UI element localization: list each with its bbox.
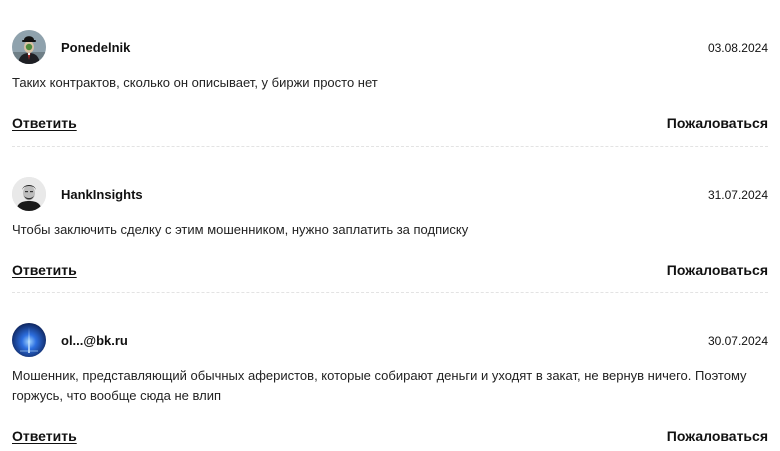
- comment-author[interactable]: Ponedelnik: [61, 40, 130, 55]
- comment-item: Ponedelnik 03.08.2024 Таких контрактов, …: [12, 30, 768, 131]
- comment-text: Чтобы заключить сделку с этим мошенником…: [12, 222, 469, 237]
- report-link[interactable]: Пожаловаться: [667, 115, 768, 131]
- avatar[interactable]: [12, 323, 46, 357]
- comment-date: 03.08.2024: [707, 41, 768, 55]
- comment-text: Мошенник, представляющий обычных аферист…: [12, 368, 747, 403]
- avatar-portrait-bw-icon: [12, 177, 46, 211]
- report-link[interactable]: Пожаловаться: [667, 262, 768, 278]
- comment-author[interactable]: ol...@bk.ru: [61, 333, 128, 348]
- comment-author[interactable]: HankInsights: [61, 187, 143, 202]
- comment-header: Ponedelnik 03.08.2024: [12, 30, 768, 66]
- comment-item: HankInsights 31.07.2024 Чтобы заключить …: [12, 177, 768, 278]
- comment-item: ol...@bk.ru 30.07.2024 Мошенник, предста…: [12, 323, 768, 444]
- comment-divider: [12, 292, 768, 293]
- avatar-blue-light-icon: [12, 323, 46, 357]
- comment-date: 30.07.2024: [707, 334, 768, 348]
- reply-link[interactable]: Ответить: [12, 428, 77, 444]
- report-link[interactable]: Пожаловаться: [667, 428, 768, 444]
- comment-date: 31.07.2024: [707, 188, 768, 202]
- comment-text: Таких контрактов, сколько он описывает, …: [12, 75, 378, 90]
- reply-link[interactable]: Ответить: [12, 115, 77, 131]
- comments-list: Ponedelnik 03.08.2024 Таких контрактов, …: [0, 0, 780, 451]
- comment-divider: [12, 146, 768, 147]
- comment-actions: Ответить Пожаловаться: [12, 262, 768, 280]
- avatar[interactable]: [12, 30, 46, 64]
- comment-actions: Ответить Пожаловаться: [12, 428, 768, 446]
- reply-link[interactable]: Ответить: [12, 262, 77, 278]
- avatar[interactable]: [12, 177, 46, 211]
- comment-header: HankInsights 31.07.2024: [12, 177, 768, 213]
- avatar-man-bowler-hat-icon: [12, 30, 46, 64]
- comment-header: ol...@bk.ru 30.07.2024: [12, 323, 768, 359]
- comment-actions: Ответить Пожаловаться: [12, 115, 768, 133]
